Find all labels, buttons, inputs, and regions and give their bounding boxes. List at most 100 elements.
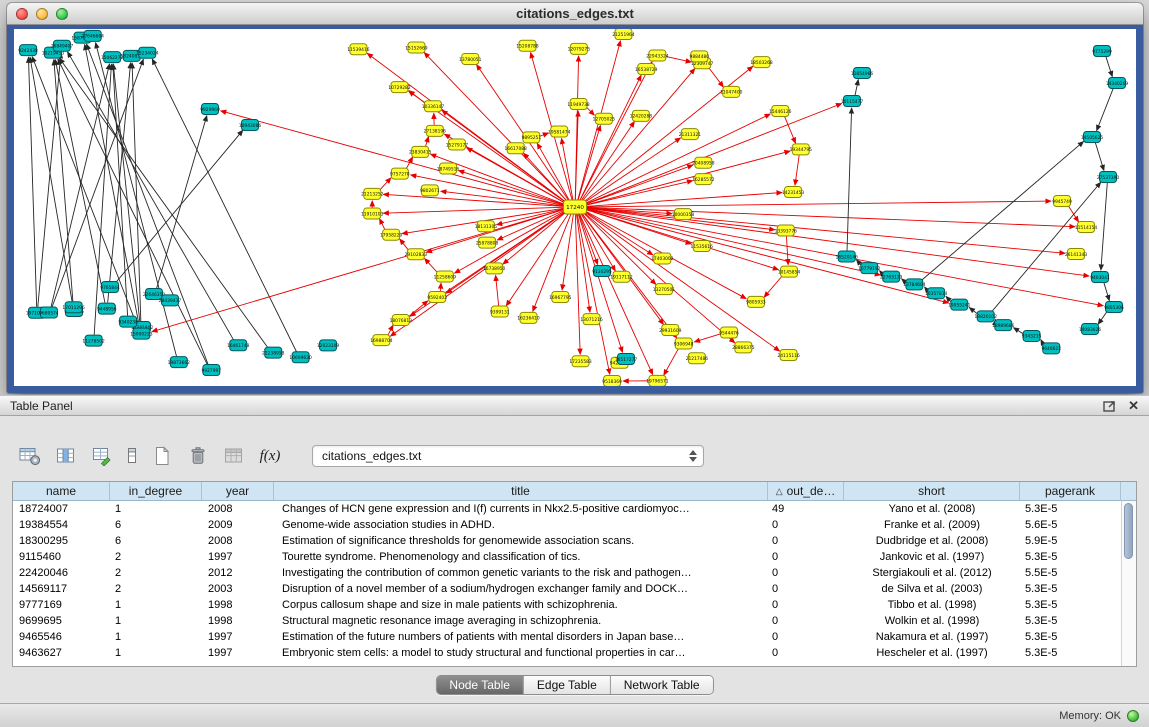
graph-node-label: 18503268	[750, 60, 773, 66]
table-row[interactable]: 1830029562008Estimation of significance …	[13, 533, 1121, 549]
table-body[interactable]: 1872400712008Changes of HCN gene express…	[13, 501, 1121, 666]
graph-node-label: 9340238	[118, 319, 138, 325]
column-header-year[interactable]: year	[202, 482, 274, 501]
cell-short: Yano et al. (2008)	[844, 501, 1020, 517]
cell-title: Embryonic stem cells: a model to study s…	[274, 645, 768, 661]
table-row[interactable]: 977716911998Corpus callosum shape and si…	[13, 597, 1121, 613]
graph-edge	[584, 207, 1075, 226]
graph-edge	[577, 213, 610, 374]
table-panel-header: Table Panel ✕	[0, 395, 1149, 416]
graph-edge	[786, 236, 788, 264]
table-panel-title: Table Panel	[10, 399, 73, 413]
memory-status-label: Memory: OK	[1059, 710, 1121, 722]
graph-node-label: 9945749	[1052, 199, 1072, 205]
table-row[interactable]: 911546021997Tourette syndrome. Phenomeno…	[13, 549, 1121, 565]
window-titlebar[interactable]: citations_edges.txt	[7, 3, 1143, 25]
column-header-name[interactable]: name	[13, 482, 110, 501]
table-row[interactable]: 969969511998Structural magnetic resonanc…	[13, 613, 1121, 629]
graph-node-label: 10779192	[858, 266, 881, 272]
cell-short: Nakamura et al. (1997)	[844, 629, 1020, 645]
cell-title: Estimation of significance thresholds fo…	[274, 533, 768, 549]
graph-edge	[855, 80, 858, 96]
cell-short: Tibbo et al. (1998)	[844, 597, 1020, 613]
new-column-button[interactable]	[148, 442, 176, 470]
graph-edge	[1098, 311, 1107, 324]
table-row[interactable]: 1938455462009Genome-wide association stu…	[13, 517, 1121, 533]
graph-node-label: 26849407	[51, 44, 74, 50]
cell-name: 19384554	[13, 517, 110, 533]
cell-in_degree: 2	[110, 581, 202, 597]
cell-title: Changes of HCN gene expression and I(f) …	[274, 501, 768, 517]
tab-edge-table[interactable]: Edge Table	[523, 676, 610, 694]
table-row[interactable]: 2242004622012Investigating the contribut…	[13, 565, 1121, 581]
graph-node-label: 9929960	[200, 107, 220, 113]
graph-node-label: 10729282	[388, 85, 411, 91]
graph-node-label: 13270501	[653, 287, 676, 293]
graph-node-label: 10943086	[239, 123, 262, 129]
cell-out_degree: 49	[768, 501, 844, 517]
delete-column-button[interactable]	[184, 442, 212, 470]
table-settings-button[interactable]	[16, 442, 44, 470]
graph-node-label: 11278502	[82, 338, 105, 344]
cell-name: 22420046	[13, 565, 110, 581]
float-panel-icon[interactable]	[1103, 400, 1116, 412]
tab-network-table[interactable]: Network Table	[610, 676, 713, 694]
cell-year: 2012	[202, 565, 274, 581]
table-scrollbar[interactable]	[1121, 501, 1136, 666]
close-panel-icon[interactable]: ✕	[1128, 399, 1139, 412]
cell-in_degree: 1	[110, 629, 202, 645]
cell-in_degree: 2	[110, 549, 202, 565]
table-row[interactable]: 946362711997Embryonic stem cells: a mode…	[13, 645, 1121, 661]
tab-node-table[interactable]: Node Table	[436, 676, 523, 694]
edit-table-button[interactable]	[88, 442, 116, 470]
graph-node-label: 15208788	[516, 44, 539, 50]
network-window[interactable]: citations_edges.txt 10000358115356161740…	[7, 3, 1143, 393]
graph-edge	[388, 325, 393, 336]
cell-year: 2008	[202, 501, 274, 517]
cell-out_degree: 0	[768, 645, 844, 661]
column-mode-button[interactable]	[124, 442, 140, 470]
graph-node-label: 17240	[566, 205, 584, 211]
network-view[interactable]: 1000035811535616174030021327050119117112…	[14, 29, 1136, 386]
graph-edge	[584, 208, 949, 302]
column-header-short[interactable]: short	[844, 482, 1020, 501]
graph-edge	[785, 116, 796, 143]
graph-node-label: 9802671	[420, 188, 440, 194]
cell-short: Stergiakouli et al. (2012)	[844, 565, 1020, 581]
graph-edge	[157, 116, 207, 289]
columns-icon	[56, 446, 76, 466]
zoom-window-button[interactable]	[56, 8, 68, 20]
table-row[interactable]: 946554611997Estimation of the future num…	[13, 629, 1121, 645]
close-window-button[interactable]	[16, 8, 28, 20]
table-row[interactable]: 1872400712008Changes of HCN gene express…	[13, 501, 1121, 517]
graph-node-label: 13071216	[580, 317, 603, 323]
graph-node-label: 13393776	[775, 228, 798, 234]
cell-pagerank: 5.5E-5	[1020, 565, 1121, 581]
column-header-out_degree[interactable]: △out_de…	[768, 482, 844, 501]
table-scrollbar-thumb[interactable]	[1124, 503, 1133, 559]
graph-node-label: 16517277	[615, 357, 638, 363]
graph-node-label: 13780051	[459, 57, 482, 63]
graph-edge	[562, 213, 573, 290]
delete-table-button[interactable]	[220, 442, 248, 470]
column-header-pagerank[interactable]: pagerank	[1020, 482, 1121, 501]
graph-edge	[584, 151, 790, 205]
graph-node-label: 16967795	[549, 295, 572, 301]
table-row[interactable]: 1456911722003Disruption of a novel membe…	[13, 581, 1121, 597]
graph-node-label: 15279177	[446, 142, 469, 148]
column-header-in_degree[interactable]: in_degree	[110, 482, 202, 501]
column-visibility-button[interactable]	[52, 442, 80, 470]
graph-node-label: 9927997	[202, 368, 222, 374]
minimize-window-button[interactable]	[36, 8, 48, 20]
graph-node-label: 22238958	[262, 350, 285, 356]
graph-edge	[694, 334, 720, 342]
column-strip-icon	[126, 446, 138, 466]
function-builder-button[interactable]: f(x)	[256, 442, 284, 470]
column-header-title[interactable]: title	[274, 482, 768, 501]
graph-node-label: 9775299	[1092, 49, 1112, 55]
header-scroll-spacer	[1121, 482, 1136, 501]
graph-node-label: 9646622	[1041, 346, 1061, 352]
graph-edge	[709, 67, 724, 86]
graph-node-label: 16285572	[692, 177, 715, 183]
table-selector[interactable]: citations_edges.txt	[312, 445, 704, 467]
